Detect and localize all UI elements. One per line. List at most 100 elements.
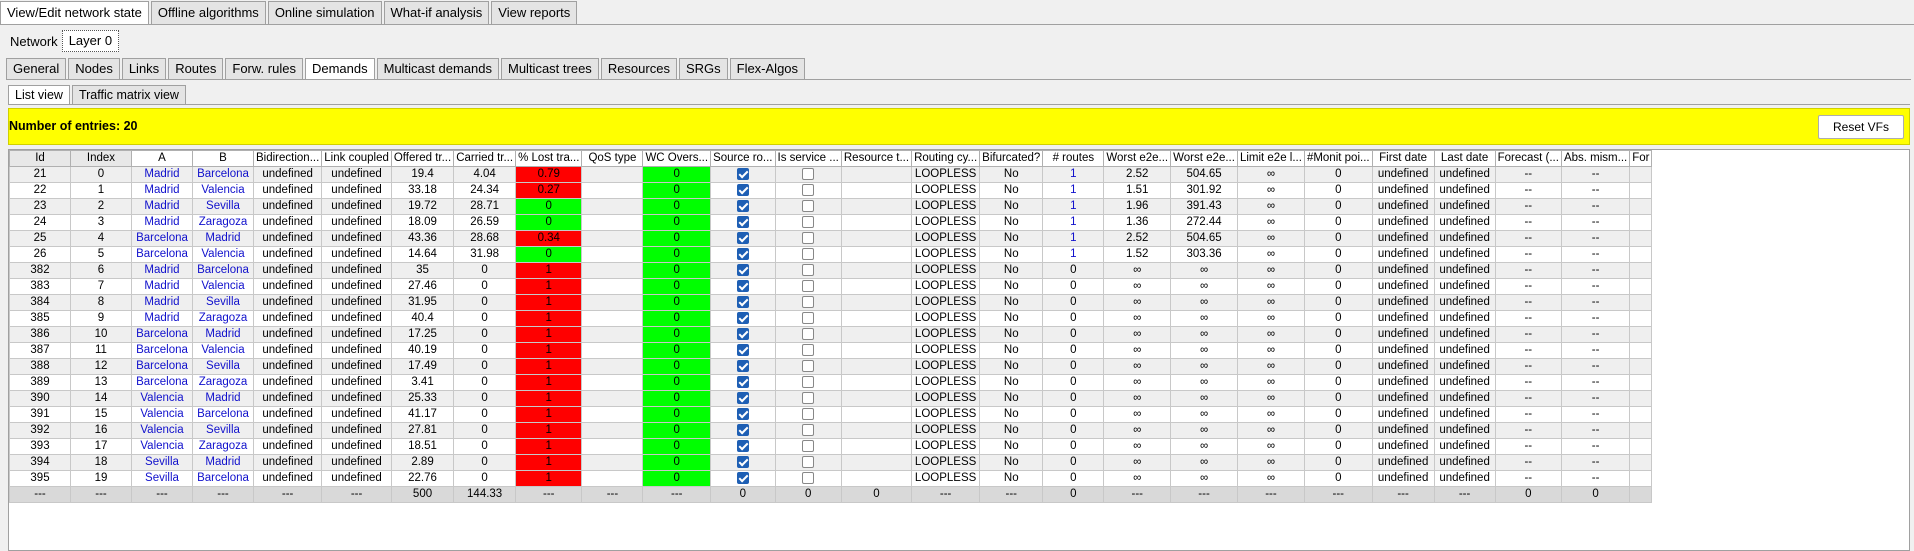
tab-traffic-matrix-view[interactable]: Traffic matrix view bbox=[71, 85, 186, 104]
is-service-chain-checkbox[interactable] bbox=[802, 391, 815, 404]
source-routing-checkbox[interactable] bbox=[736, 311, 749, 324]
cell-forecast[interactable]: -- bbox=[1494, 310, 1562, 327]
cell-wc-oversubscription[interactable]: 0 bbox=[642, 262, 712, 279]
cell-monit-points[interactable]: 0 bbox=[1303, 310, 1373, 327]
cell-bidirectional[interactable]: undefined bbox=[252, 294, 323, 311]
cell-id[interactable]: 391 bbox=[9, 406, 71, 423]
cell-forecast[interactable]: -- bbox=[1494, 166, 1562, 183]
cell-carried-traffic[interactable]: 0 bbox=[453, 342, 517, 359]
cell-source-routing[interactable] bbox=[710, 358, 776, 375]
cell-forecast[interactable]: -- bbox=[1494, 198, 1562, 215]
cell-link-coupled[interactable]: undefined bbox=[321, 246, 392, 263]
is-service-chain-checkbox[interactable] bbox=[802, 215, 815, 228]
cell-lost-traffic[interactable]: 1 bbox=[515, 470, 583, 487]
cell-qos-type[interactable] bbox=[581, 198, 644, 215]
cell-worst-e2e-length[interactable]: ∞ bbox=[1170, 390, 1238, 407]
source-routing-checkbox[interactable] bbox=[736, 455, 749, 468]
cell-bidirectional[interactable]: undefined bbox=[252, 166, 323, 183]
cell-first-date[interactable]: undefined bbox=[1371, 198, 1435, 215]
cell-node-a[interactable]: Sevilla bbox=[131, 470, 193, 487]
cell-num-routes[interactable]: 0 bbox=[1042, 454, 1105, 471]
cell-monit-points[interactable]: 0 bbox=[1303, 374, 1373, 391]
cell-worst-e2e-length[interactable]: ∞ bbox=[1170, 454, 1238, 471]
cell-monit-points[interactable]: 0 bbox=[1303, 422, 1373, 439]
tab-general[interactable]: General bbox=[6, 58, 67, 79]
cell-index[interactable]: 11 bbox=[70, 342, 132, 359]
cell-first-date[interactable]: undefined bbox=[1371, 454, 1435, 471]
cell-id[interactable]: 395 bbox=[9, 470, 71, 487]
cell-worst-e2e-length[interactable]: ∞ bbox=[1170, 278, 1238, 295]
table-row[interactable]: 386 10 Barcelona Madrid undefined undefined 17… bbox=[9, 326, 1653, 343]
cell-link-coupled[interactable]: undefined bbox=[321, 438, 392, 455]
cell-offered-traffic[interactable]: 27.81 bbox=[390, 422, 455, 439]
cell-monit-points[interactable]: 0 bbox=[1303, 182, 1373, 199]
cell-is-service-chain[interactable] bbox=[774, 438, 842, 455]
table-row[interactable]: 383 7 Madrid Valencia undefined undefined 27.4… bbox=[9, 278, 1653, 295]
cell-worst-e2e-length[interactable]: 272.44 bbox=[1170, 214, 1238, 231]
table-row[interactable]: 389 13 Barcelona Zaragoza undefined undefined… bbox=[9, 374, 1653, 391]
table-row[interactable]: 24 3 Madrid Zaragoza undefined undefined 18.09… bbox=[9, 214, 1653, 231]
cell-num-routes[interactable]: 0 bbox=[1042, 374, 1105, 391]
cell-carried-traffic[interactable]: 0 bbox=[453, 262, 517, 279]
column-header-first-date[interactable]: First date bbox=[1371, 150, 1435, 167]
cell-wc-oversubscription[interactable]: 0 bbox=[642, 390, 712, 407]
cell-abs-mismatch[interactable]: -- bbox=[1560, 358, 1631, 375]
cell-index[interactable]: 13 bbox=[70, 374, 132, 391]
source-routing-checkbox[interactable] bbox=[736, 391, 749, 404]
cell-num-routes[interactable]: 0 bbox=[1042, 438, 1105, 455]
cell-source-routing[interactable] bbox=[710, 470, 776, 487]
table-row[interactable]: 23 2 Madrid Sevilla undefined undefined 19.72 2… bbox=[9, 198, 1653, 215]
cell-monit-points[interactable]: 0 bbox=[1303, 198, 1373, 215]
cell-num-routes[interactable]: 0 bbox=[1042, 470, 1105, 487]
cell-link-coupled[interactable]: undefined bbox=[321, 358, 392, 375]
cell-worst-e2e-latency[interactable]: ∞ bbox=[1103, 326, 1172, 343]
tab-offline-algorithms[interactable]: Offline algorithms bbox=[150, 1, 266, 24]
cell-num-routes[interactable]: 0 bbox=[1042, 342, 1105, 359]
cell-carried-traffic[interactable]: 0 bbox=[453, 438, 517, 455]
column-header-abs-mism[interactable]: Abs. mism... bbox=[1560, 150, 1631, 167]
cell-limit-e2e-latency[interactable]: ∞ bbox=[1236, 470, 1305, 487]
cell-wc-oversubscription[interactable]: 0 bbox=[642, 438, 712, 455]
cell-bifurcated[interactable]: No bbox=[979, 166, 1044, 183]
cell-routing-cycles[interactable]: LOOPLESS bbox=[911, 262, 981, 279]
cell-bidirectional[interactable]: undefined bbox=[252, 374, 323, 391]
cell-routing-cycles[interactable]: LOOPLESS bbox=[911, 326, 981, 343]
cell-bidirectional[interactable]: undefined bbox=[252, 278, 323, 295]
cell-resource-types[interactable] bbox=[840, 454, 913, 471]
cell-limit-e2e-latency[interactable]: ∞ bbox=[1236, 358, 1305, 375]
cell-abs-mismatch[interactable]: -- bbox=[1560, 214, 1631, 231]
cell-first-date[interactable]: undefined bbox=[1371, 358, 1435, 375]
cell-num-routes[interactable]: 0 bbox=[1042, 390, 1105, 407]
cell-first-date[interactable]: undefined bbox=[1371, 310, 1435, 327]
is-service-chain-checkbox[interactable] bbox=[802, 199, 815, 212]
cell-source-routing[interactable] bbox=[710, 454, 776, 471]
cell-abs-mismatch[interactable]: -- bbox=[1560, 230, 1631, 247]
table-row[interactable]: 22 1 Madrid Valencia undefined undefined 33.18… bbox=[9, 182, 1653, 199]
cell-monit-points[interactable]: 0 bbox=[1303, 470, 1373, 487]
cell-first-date[interactable]: undefined bbox=[1371, 390, 1435, 407]
cell-abs-mismatch[interactable]: -- bbox=[1560, 182, 1631, 199]
cell-is-service-chain[interactable] bbox=[774, 422, 842, 439]
cell-last-date[interactable]: undefined bbox=[1433, 182, 1496, 199]
cell-wc-oversubscription[interactable]: 0 bbox=[642, 246, 712, 263]
is-service-chain-checkbox[interactable] bbox=[802, 471, 815, 484]
cell-is-service-chain[interactable] bbox=[774, 406, 842, 423]
cell-worst-e2e-length[interactable]: ∞ bbox=[1170, 374, 1238, 391]
cell-worst-e2e-latency[interactable]: ∞ bbox=[1103, 406, 1172, 423]
cell-is-service-chain[interactable] bbox=[774, 246, 842, 263]
cell-abs-mismatch[interactable]: -- bbox=[1560, 470, 1631, 487]
cell-wc-oversubscription[interactable]: 0 bbox=[642, 310, 712, 327]
tab-srgs[interactable]: SRGs bbox=[678, 58, 728, 79]
cell-for[interactable] bbox=[1629, 310, 1653, 327]
cell-routing-cycles[interactable]: LOOPLESS bbox=[911, 198, 981, 215]
tab-multicast-demands[interactable]: Multicast demands bbox=[376, 58, 499, 79]
cell-forecast[interactable]: -- bbox=[1494, 374, 1562, 391]
cell-id[interactable]: 382 bbox=[9, 262, 71, 279]
cell-last-date[interactable]: undefined bbox=[1433, 454, 1496, 471]
cell-bifurcated[interactable]: No bbox=[979, 246, 1044, 263]
cell-bifurcated[interactable]: No bbox=[979, 214, 1044, 231]
cell-for[interactable] bbox=[1629, 438, 1653, 455]
tab-view-reports[interactable]: View reports bbox=[491, 1, 578, 24]
cell-node-a[interactable]: Valencia bbox=[131, 406, 193, 423]
cell-resource-types[interactable] bbox=[840, 326, 913, 343]
